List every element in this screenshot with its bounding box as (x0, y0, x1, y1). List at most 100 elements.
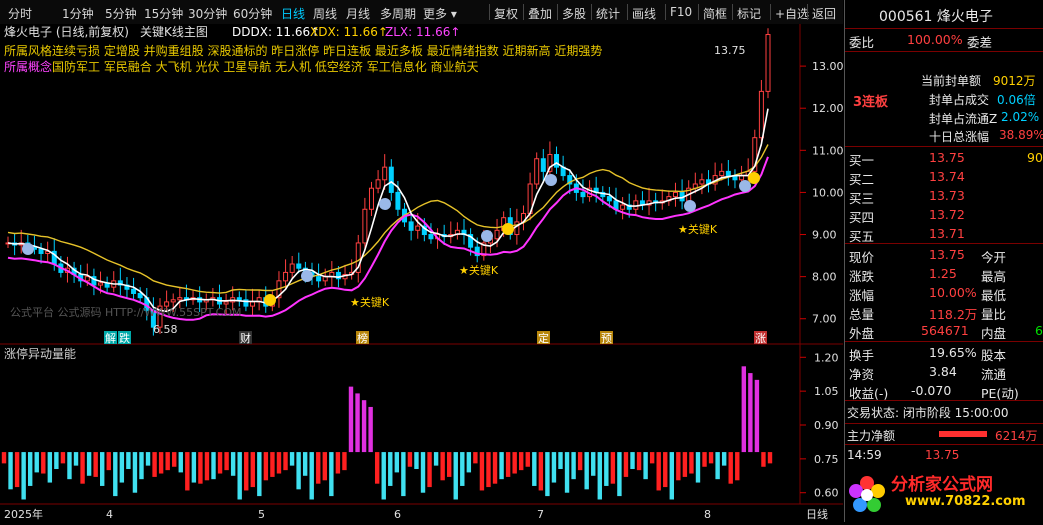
candle[interactable] (38, 248, 44, 254)
energy-bar (329, 452, 334, 497)
event-badge-4[interactable]: 定 (538, 331, 549, 345)
candle[interactable] (388, 166, 394, 193)
tool-button-5[interactable]: F10 (670, 5, 692, 19)
candle[interactable] (316, 276, 322, 282)
period-tab-2[interactable]: 5分钟 (105, 5, 137, 22)
period-tab-8[interactable]: 月线 (346, 5, 370, 22)
candle[interactable] (725, 170, 731, 177)
candle[interactable] (415, 225, 421, 231)
kline-chart[interactable]: 7.00 8.00 9.00 10.00 11.00 12.00 13.00 0.60 0.7… (0, 24, 844, 522)
energy-bar (689, 452, 694, 474)
stat-value: 13.75 (929, 247, 965, 262)
period-tab-6[interactable]: 日线 (281, 5, 305, 22)
candle[interactable] (177, 297, 183, 301)
period-tab-4[interactable]: 30分钟 (188, 5, 227, 22)
candle[interactable] (362, 208, 368, 244)
candle[interactable] (534, 158, 540, 185)
candle[interactable] (428, 234, 434, 240)
tool-button-6[interactable]: 简框 (703, 5, 727, 22)
candle[interactable] (98, 282, 104, 286)
candle[interactable] (580, 191, 586, 198)
candle[interactable] (699, 179, 705, 185)
energy-bar (584, 452, 589, 490)
event-badge-6[interactable]: 涨 (755, 332, 766, 345)
period-tab-1[interactable]: 1分钟 (62, 5, 94, 22)
seal-ratio: 0.06倍 (997, 93, 1036, 107)
candle[interactable] (494, 229, 500, 240)
brand-url[interactable]: www.70822.com (905, 494, 1026, 509)
period-tab-5[interactable]: 60分钟 (233, 5, 272, 22)
candle[interactable] (758, 90, 764, 139)
bid-volume: 90 (1027, 150, 1043, 165)
candle[interactable] (368, 187, 374, 210)
concept-list: 国防军工 军民融合 大飞机 光伏 卫星导航 无人机 低空经济 军工信息化 商业航… (52, 59, 479, 74)
chart-area[interactable]: 7.00 8.00 9.00 10.00 11.00 12.00 13.00 0.60 0.7… (0, 24, 844, 522)
candle[interactable] (137, 292, 143, 299)
period-tab-7[interactable]: 周线 (313, 5, 337, 22)
candle[interactable] (131, 288, 137, 294)
tool-button-2[interactable]: 多股 (562, 5, 586, 22)
event-badge-1[interactable]: 跌 (119, 331, 130, 345)
bid-row[interactable]: 买二 13.74 (845, 167, 1043, 187)
tool-button-3[interactable]: 统计 (596, 5, 620, 22)
candle[interactable] (84, 276, 90, 282)
energy-bar (525, 452, 530, 467)
tool-button-9[interactable]: 返回 (812, 5, 836, 22)
price-tick-label: 7.00 (812, 313, 837, 326)
bid-row[interactable]: 买四 13.72 (845, 205, 1043, 225)
event-badge-2[interactable]: 财 (240, 331, 251, 345)
frown-icon (481, 230, 493, 242)
period-tab-3[interactable]: 15分钟 (144, 5, 183, 22)
price-tick-label: 12.00 (812, 102, 843, 115)
tool-button-0[interactable]: 复权 (494, 5, 518, 22)
candle[interactable] (719, 170, 725, 177)
stat-row: 外盘 564671 内盘 6 (845, 321, 1043, 341)
candle[interactable] (296, 263, 302, 269)
tool-button-4[interactable]: 画线 (632, 5, 656, 22)
candle[interactable] (289, 263, 295, 273)
candle[interactable] (633, 200, 639, 210)
candle[interactable] (395, 191, 401, 210)
energy-bar (682, 452, 688, 477)
candle[interactable] (283, 271, 289, 282)
period-tab-9[interactable]: 多周期 (380, 5, 416, 22)
candle[interactable] (620, 204, 626, 210)
event-badge-0[interactable]: 解 (105, 331, 116, 345)
main-net-label: 主力净额 (847, 429, 896, 443)
candle[interactable] (672, 191, 678, 198)
bid-row[interactable]: 买一 13.75 90 (845, 148, 1043, 168)
candle[interactable] (554, 154, 560, 168)
bid-row[interactable]: 买五 13.71 (845, 224, 1043, 244)
candle[interactable] (540, 158, 546, 172)
indicator-name[interactable]: 关键K线主图 (140, 25, 208, 39)
tool-button-8[interactable]: +自选 (775, 5, 809, 22)
energy-bar (106, 452, 111, 471)
energy-bar (368, 406, 373, 453)
energy-bar (119, 452, 125, 483)
candle[interactable] (606, 196, 612, 202)
candle[interactable] (382, 166, 388, 181)
fundamental-row: 换手 19.65% 股本 (845, 343, 1043, 363)
tick-price: 13.75 (925, 448, 960, 462)
candle[interactable] (375, 179, 381, 189)
tool-button-7[interactable]: 标记 (737, 5, 761, 22)
period-tab-0[interactable]: 分时 (8, 5, 32, 22)
toolbar-separator (627, 4, 628, 20)
tick-time: 14:59 (847, 448, 882, 462)
toolbar-separator (557, 4, 558, 20)
candle[interactable] (170, 299, 176, 303)
period-tab-10[interactable]: 更多 ▾ (423, 5, 457, 22)
candle[interactable] (765, 34, 771, 92)
candle[interactable] (250, 301, 256, 307)
event-badge-3[interactable]: 榜 (357, 331, 368, 345)
event-badge-5[interactable]: 预 (601, 332, 612, 345)
candle[interactable] (223, 301, 229, 305)
bid-price: 13.73 (929, 188, 965, 203)
tool-button-1[interactable]: 叠加 (528, 5, 552, 22)
candle[interactable] (236, 297, 242, 301)
bid-row[interactable]: 买三 13.73 (845, 186, 1043, 206)
date-axis-label: 7 (537, 508, 544, 521)
candle[interactable] (408, 221, 414, 231)
frown-icon (739, 180, 751, 192)
toolbar-separator (770, 4, 771, 20)
